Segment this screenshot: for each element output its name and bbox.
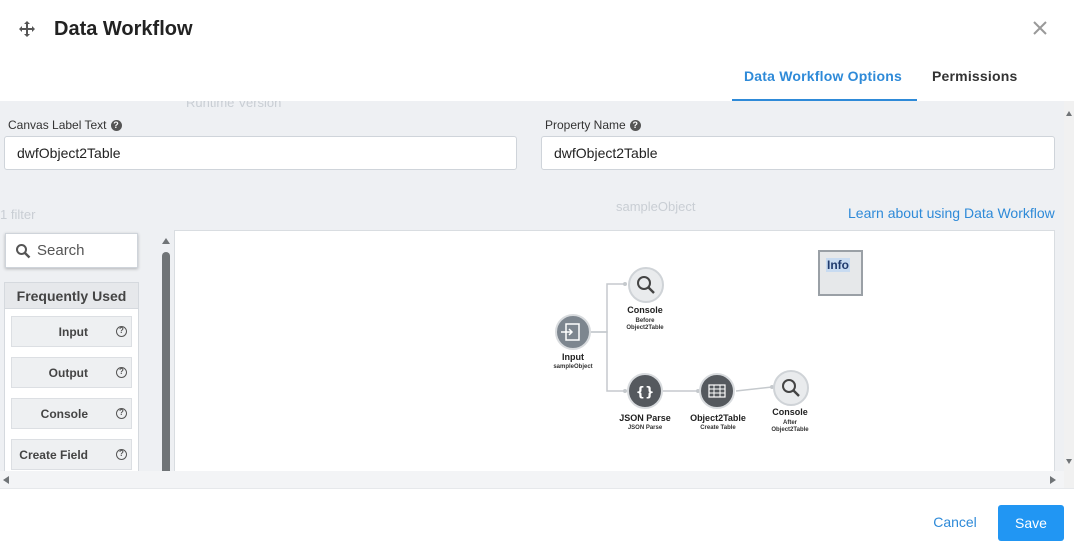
canvas-label-text-input[interactable]: dwfObject2Table bbox=[4, 136, 517, 170]
learn-data-workflow-link[interactable]: Learn about using Data Workflow bbox=[848, 205, 1055, 221]
search-placeholder: Search bbox=[37, 242, 85, 259]
scroll-down-arrow[interactable] bbox=[1066, 459, 1072, 464]
scroll-left-arrow[interactable] bbox=[3, 476, 9, 484]
node-title: Console bbox=[627, 305, 663, 315]
modal-footer: Cancel Save bbox=[0, 488, 1074, 551]
palette-search-input[interactable]: Search bbox=[5, 233, 138, 268]
node-subtitle: JSON Parse bbox=[627, 425, 663, 431]
palette-section-title[interactable]: Frequently Used bbox=[5, 283, 138, 309]
tab-permissions[interactable]: Permissions bbox=[932, 68, 1017, 84]
console-after-node[interactable] bbox=[773, 370, 809, 406]
workflow-connections: {} bbox=[555, 267, 809, 409]
ghost-runtime-version: Runtime Version bbox=[186, 101, 282, 110]
property-name-input[interactable]: dwfObject2Table bbox=[541, 136, 1055, 170]
palette-item-input[interactable]: Input ? bbox=[11, 316, 132, 347]
modal-header: Data Workflow Data Workflow Options Perm… bbox=[0, 0, 1074, 101]
help-icon[interactable]: ? bbox=[116, 326, 127, 337]
input-node[interactable] bbox=[555, 314, 591, 350]
help-icon[interactable]: ? bbox=[116, 449, 127, 460]
scroll-up-arrow[interactable] bbox=[1066, 111, 1072, 116]
help-icon[interactable]: ? bbox=[116, 408, 127, 419]
node-subtitle: sampleObject bbox=[553, 364, 593, 370]
node-palette: Frequently Used Input ? Output ? Console… bbox=[4, 282, 139, 488]
canvas-label-text-label: Canvas Label Text ? bbox=[8, 118, 122, 132]
object2table-node[interactable] bbox=[699, 373, 735, 409]
palette-item-output[interactable]: Output ? bbox=[11, 357, 132, 388]
workflow-canvas[interactable]: {} Input sampleObject Console Before Obj… bbox=[174, 230, 1055, 488]
node-title: Input bbox=[562, 352, 584, 362]
modal-vertical-scrollbar[interactable] bbox=[1064, 101, 1074, 488]
modal-body: Runtime Version 1 filter sampleObject Ca… bbox=[0, 101, 1064, 488]
palette-item-create-field[interactable]: Create Field ? bbox=[11, 439, 132, 470]
save-button[interactable]: Save bbox=[998, 505, 1064, 541]
node-subtitle: Create Table bbox=[700, 425, 736, 431]
scroll-right-arrow[interactable] bbox=[1050, 476, 1056, 484]
info-box[interactable]: Info bbox=[818, 250, 863, 296]
close-icon[interactable] bbox=[1031, 19, 1049, 37]
move-icon[interactable] bbox=[18, 20, 36, 38]
scroll-up-arrow[interactable] bbox=[162, 238, 170, 244]
palette-item-console[interactable]: Console ? bbox=[11, 398, 132, 429]
ghost-filter-text: 1 filter bbox=[0, 207, 36, 222]
modal-title: Data Workflow bbox=[54, 18, 193, 40]
node-title: Console bbox=[772, 407, 808, 417]
node-title: Object2Table bbox=[690, 413, 746, 423]
node-subtitle: After Object2Table bbox=[771, 420, 809, 433]
node-subtitle: Before Object2Table bbox=[626, 318, 664, 331]
modal-horizontal-scrollbar[interactable] bbox=[0, 471, 1064, 488]
help-icon[interactable]: ? bbox=[629, 119, 641, 131]
search-icon bbox=[16, 243, 31, 258]
node-title: JSON Parse bbox=[619, 413, 671, 423]
cancel-button[interactable]: Cancel bbox=[921, 505, 989, 539]
help-icon[interactable]: ? bbox=[110, 119, 122, 131]
tab-data-workflow-options[interactable]: Data Workflow Options bbox=[744, 68, 902, 84]
json-parse-node[interactable]: {} bbox=[627, 373, 663, 409]
ghost-object-text: sampleObject bbox=[616, 199, 696, 214]
scrollbar-thumb[interactable] bbox=[162, 252, 170, 488]
property-name-label: Property Name ? bbox=[545, 118, 641, 132]
svg-text:{}: {} bbox=[636, 385, 655, 400]
help-icon[interactable]: ? bbox=[116, 367, 127, 378]
console-before-node[interactable] bbox=[628, 267, 664, 303]
info-label: Info bbox=[826, 258, 850, 272]
data-workflow-modal: Data Workflow Data Workflow Options Perm… bbox=[0, 0, 1074, 551]
palette-scrollbar[interactable] bbox=[159, 234, 173, 488]
